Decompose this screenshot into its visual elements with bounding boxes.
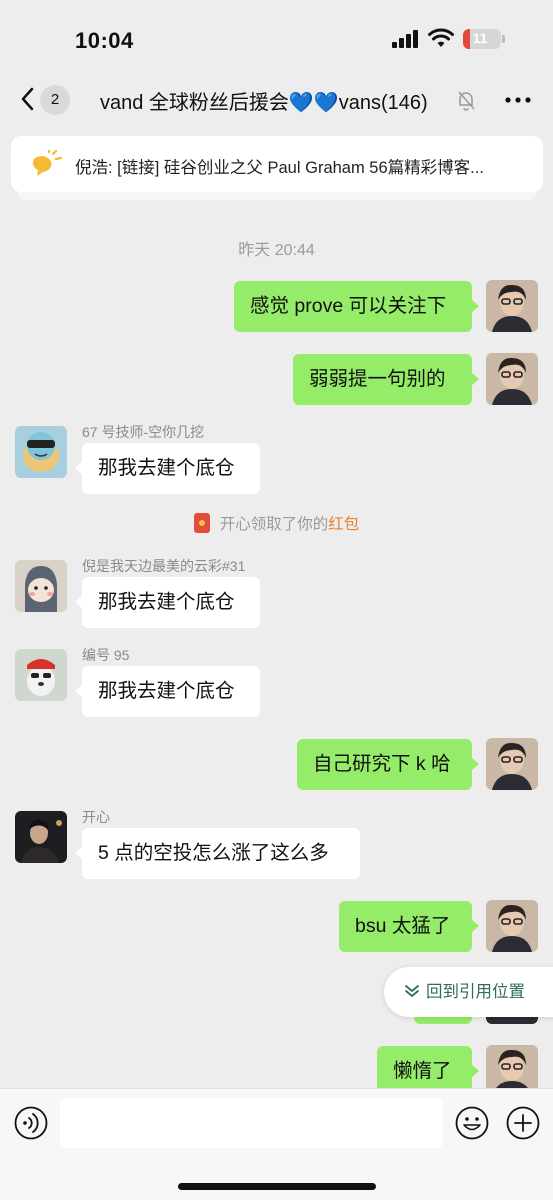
red-packet-icon <box>193 513 210 533</box>
received-message-bubble[interactable]: 5 点的空投怎么涨了这么多 <box>75 828 360 879</box>
received-message-bubble[interactable]: 那我去建个底仓 <box>75 443 260 494</box>
status-bar: 10:04 11 <box>0 0 553 72</box>
battery-level: 11 <box>472 30 488 46</box>
battery-indicator: 11 <box>463 29 505 49</box>
received-message-bubble[interactable]: 那我去建个底仓 <box>75 666 260 717</box>
mute-bell-icon <box>458 91 475 111</box>
my-avatar[interactable] <box>486 280 538 332</box>
status-time: 10:04 <box>75 28 134 53</box>
emoji-icon[interactable] <box>455 1106 489 1140</box>
unread-count-badge[interactable]: 2 <box>40 85 70 115</box>
my-avatar[interactable] <box>486 353 538 405</box>
my-avatar[interactable] <box>486 738 538 790</box>
chat-timestamp: 昨天 20:44 <box>238 242 315 259</box>
pinned-message-text: 倪浩: [链接] 硅谷创业之父 Paul Graham 56篇精彩博客... <box>75 159 484 177</box>
double-chevron-down-icon <box>405 985 419 998</box>
announcement-bubble-icon <box>32 150 63 176</box>
message-text-input[interactable] <box>60 1098 443 1148</box>
received-message-bubble[interactable]: 那我去建个底仓 <box>75 577 260 628</box>
system-notice-text: 开心领取了你的 <box>219 516 329 533</box>
sender-name: 开心 <box>82 809 110 825</box>
my-message-bubble[interactable]: bsu 太猛了 <box>339 901 479 952</box>
my-avatar[interactable] <box>486 900 538 952</box>
sender-name: 编号 95 <box>82 647 130 663</box>
sender-avatar-photo[interactable] <box>15 811 67 863</box>
my-message-bubble[interactable]: 弱弱提一句别的 <box>293 354 479 405</box>
system-red-packet-notice: 开心领取了你的红包 <box>0 512 553 534</box>
chat-title: vand 全球粉丝后援会💙💙vans(146) <box>100 92 428 114</box>
home-indicator <box>178 1183 376 1190</box>
my-avatar[interactable] <box>486 1045 538 1088</box>
sender-avatar-cartoon[interactable] <box>15 560 67 612</box>
my-message-bubble[interactable]: 自己研究下 k 哈 <box>297 739 479 790</box>
pinned-message-bar[interactable]: 倪浩: [链接] 硅谷创业之父 Paul Graham 56篇精彩博客... <box>11 136 543 192</box>
more-options-icon[interactable] <box>504 90 532 110</box>
voice-input-icon[interactable] <box>14 1106 48 1140</box>
wifi-icon <box>428 28 454 47</box>
back-chevron-icon[interactable] <box>18 86 38 112</box>
sender-name: 倪是我天边最美的云彩#31 <box>82 558 246 574</box>
cellular-signal-icon <box>392 30 418 48</box>
my-message-bubble[interactable]: 感觉 prove 可以关注下 <box>234 281 479 332</box>
sender-avatar-squirtle[interactable] <box>15 426 67 478</box>
back-to-quote-label: 回到引用位置 <box>426 983 525 1001</box>
chat-header: 2 vand 全球粉丝后援会💙💙vans(146) <box>0 72 553 128</box>
back-to-quote-button[interactable]: 回到引用位置 <box>384 967 553 1017</box>
sender-name: 67 号技师-空你几挖 <box>82 424 205 440</box>
pinned-bar-shadow <box>18 192 536 200</box>
sender-avatar-dog[interactable] <box>15 649 67 701</box>
red-packet-link[interactable]: 红包 <box>328 516 359 533</box>
plus-icon[interactable] <box>506 1106 540 1140</box>
